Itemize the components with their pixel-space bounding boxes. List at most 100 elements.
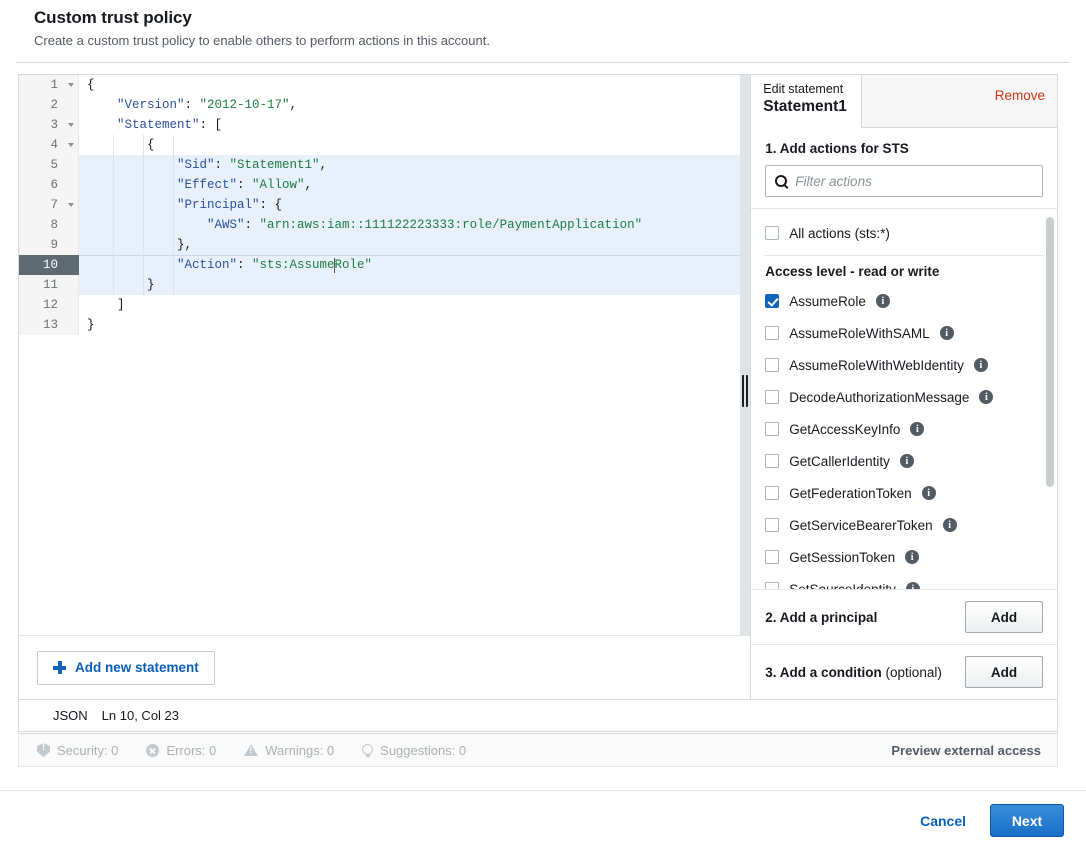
code-line-text: "Statement": [ [79, 115, 750, 135]
fold-arrow-icon[interactable] [68, 143, 74, 147]
info-icon[interactable]: i [940, 326, 954, 340]
editor-scrollbar-thumb[interactable] [742, 375, 748, 407]
info-icon[interactable]: i [979, 390, 993, 404]
filter-actions-placeholder: Filter actions [795, 174, 872, 189]
action-checkbox[interactable] [765, 582, 779, 589]
info-icon[interactable]: i [910, 422, 924, 436]
info-icon[interactable]: i [900, 454, 914, 468]
code-line-text: "Version": "2012-10-17", [79, 95, 750, 115]
line-number: 10 [19, 255, 79, 275]
action-label: GetServiceBearerToken [789, 518, 932, 533]
code-token: }, [177, 235, 192, 255]
code-line-text: } [79, 315, 750, 335]
info-icon[interactable]: i [943, 518, 957, 532]
json-code-editor[interactable]: 1{2"Version": "2012-10-17",3"Statement":… [19, 75, 750, 635]
line-number: 1 [19, 75, 79, 95]
code-line[interactable]: 5"Sid": "Statement1", [19, 155, 750, 175]
code-line[interactable]: 6"Effect": "Allow", [19, 175, 750, 195]
info-icon[interactable]: i [905, 550, 919, 564]
code-line[interactable]: 12] [19, 295, 750, 315]
code-token: "Sid" [177, 155, 215, 175]
line-number: 6 [19, 175, 79, 195]
filter-actions-input[interactable]: Filter actions [765, 165, 1043, 197]
action-row[interactable]: GetFederationTokeni [751, 477, 1057, 509]
action-row[interactable]: DecodeAuthorizationMessagei [751, 381, 1057, 413]
action-checkbox[interactable] [765, 326, 779, 340]
code-line-text: "AWS": "arn:aws:iam::111122223333:role/P… [79, 215, 750, 235]
line-number: 5 [19, 155, 79, 175]
actions-scrollbar-thumb[interactable] [1046, 217, 1054, 487]
action-checkbox[interactable] [765, 550, 779, 564]
page-subtitle: Create a custom trust policy to enable o… [34, 33, 1052, 48]
validation-security[interactable]: Security: 0 [37, 743, 118, 758]
add-principal-button[interactable]: Add [965, 601, 1043, 633]
next-button[interactable]: Next [990, 804, 1064, 837]
code-lines-container[interactable]: 1{2"Version": "2012-10-17",3"Statement":… [19, 75, 750, 335]
action-row[interactable]: SetSourceIdentityi [751, 573, 1057, 589]
actions-list[interactable]: All actions (sts:*) Access level - read … [751, 208, 1057, 589]
info-icon[interactable]: i [876, 294, 890, 308]
code-line-text: "Principal": { [79, 195, 750, 215]
action-row-all-actions[interactable]: All actions (sts:*) [751, 217, 1057, 249]
access-level-heading: Access level - read or write [751, 262, 1057, 285]
action-row[interactable]: GetSessionTokeni [751, 541, 1057, 573]
add-new-statement-button[interactable]: Add new statement [37, 651, 215, 685]
action-checkbox[interactable] [765, 422, 779, 436]
fold-arrow-icon[interactable] [68, 203, 74, 207]
remove-statement-link[interactable]: Remove [995, 88, 1045, 103]
code-line[interactable]: 4{ [19, 135, 750, 155]
code-line-text: { [79, 135, 750, 155]
code-token: { [147, 135, 155, 155]
action-rows-container[interactable]: AssumeRoleiAssumeRoleWithSAMLiAssumeRole… [751, 285, 1057, 589]
statement-sidebar: Edit statement Statement1 Remove 1. Add … [750, 75, 1057, 699]
fold-arrow-icon[interactable] [68, 123, 74, 127]
editor-scrollbar[interactable] [740, 75, 750, 635]
actions-scrollbar[interactable] [1046, 217, 1054, 579]
actions-divider [765, 255, 1043, 256]
action-row[interactable]: AssumeRoleWithSAMLi [751, 317, 1057, 349]
code-line[interactable]: 11} [19, 275, 750, 295]
code-token: "Statement1" [230, 155, 320, 175]
code-line[interactable]: 8"AWS": "arn:aws:iam::111122223333:role/… [19, 215, 750, 235]
step2-label: 2. Add a principal [765, 610, 877, 625]
fold-arrow-icon[interactable] [68, 83, 74, 87]
cancel-button[interactable]: Cancel [920, 813, 966, 829]
code-line[interactable]: 3"Statement": [ [19, 115, 750, 135]
add-condition-button[interactable]: Add [965, 656, 1043, 688]
info-icon[interactable]: i [922, 486, 936, 500]
validation-errors[interactable]: Errors: 0 [146, 743, 216, 758]
policy-editor-panel: 1{2"Version": "2012-10-17",3"Statement":… [18, 74, 1058, 700]
action-row[interactable]: GetCallerIdentityi [751, 445, 1057, 477]
step3-optional-label: (optional) [886, 665, 942, 680]
action-checkbox[interactable] [765, 390, 779, 404]
action-checkbox[interactable] [765, 518, 779, 532]
validation-suggestions[interactable]: Suggestions: 0 [362, 743, 466, 758]
code-line[interactable]: 9}, [19, 235, 750, 255]
validation-warnings[interactable]: Warnings: 0 [244, 743, 334, 758]
search-icon [775, 175, 787, 187]
code-line[interactable]: 7"Principal": { [19, 195, 750, 215]
checkbox-all-actions[interactable] [765, 226, 779, 240]
tab-statement1[interactable]: Edit statement Statement1 [751, 75, 862, 129]
action-row[interactable]: GetAccessKeyInfoi [751, 413, 1057, 445]
action-checkbox[interactable] [765, 454, 779, 468]
info-icon[interactable]: i [906, 582, 920, 589]
action-checkbox[interactable] [765, 358, 779, 372]
code-line[interactable]: 13} [19, 315, 750, 335]
code-line[interactable]: 10"Action": "sts:AssumeRole" [19, 255, 750, 275]
code-line[interactable]: 2"Version": "2012-10-17", [19, 95, 750, 115]
code-line[interactable]: 1{ [19, 75, 750, 95]
line-number: 3 [19, 115, 79, 135]
error-circle-icon [146, 744, 159, 757]
action-row[interactable]: AssumeRoleWithWebIdentityi [751, 349, 1057, 381]
action-checkbox[interactable] [765, 486, 779, 500]
code-token: "AWS" [207, 215, 245, 235]
code-line-text: "Effect": "Allow", [79, 175, 750, 195]
validation-counts: Security: 0 Errors: 0 Warnings: 0 Sugges… [37, 743, 466, 758]
action-checkbox[interactable] [765, 294, 779, 308]
action-row[interactable]: AssumeRole i [751, 285, 1057, 317]
action-row[interactable]: GetServiceBearerToken i [751, 509, 1057, 541]
preview-external-access-link[interactable]: Preview external access [891, 743, 1041, 758]
action-label: AssumeRole [789, 294, 866, 309]
info-icon[interactable]: i [974, 358, 988, 372]
